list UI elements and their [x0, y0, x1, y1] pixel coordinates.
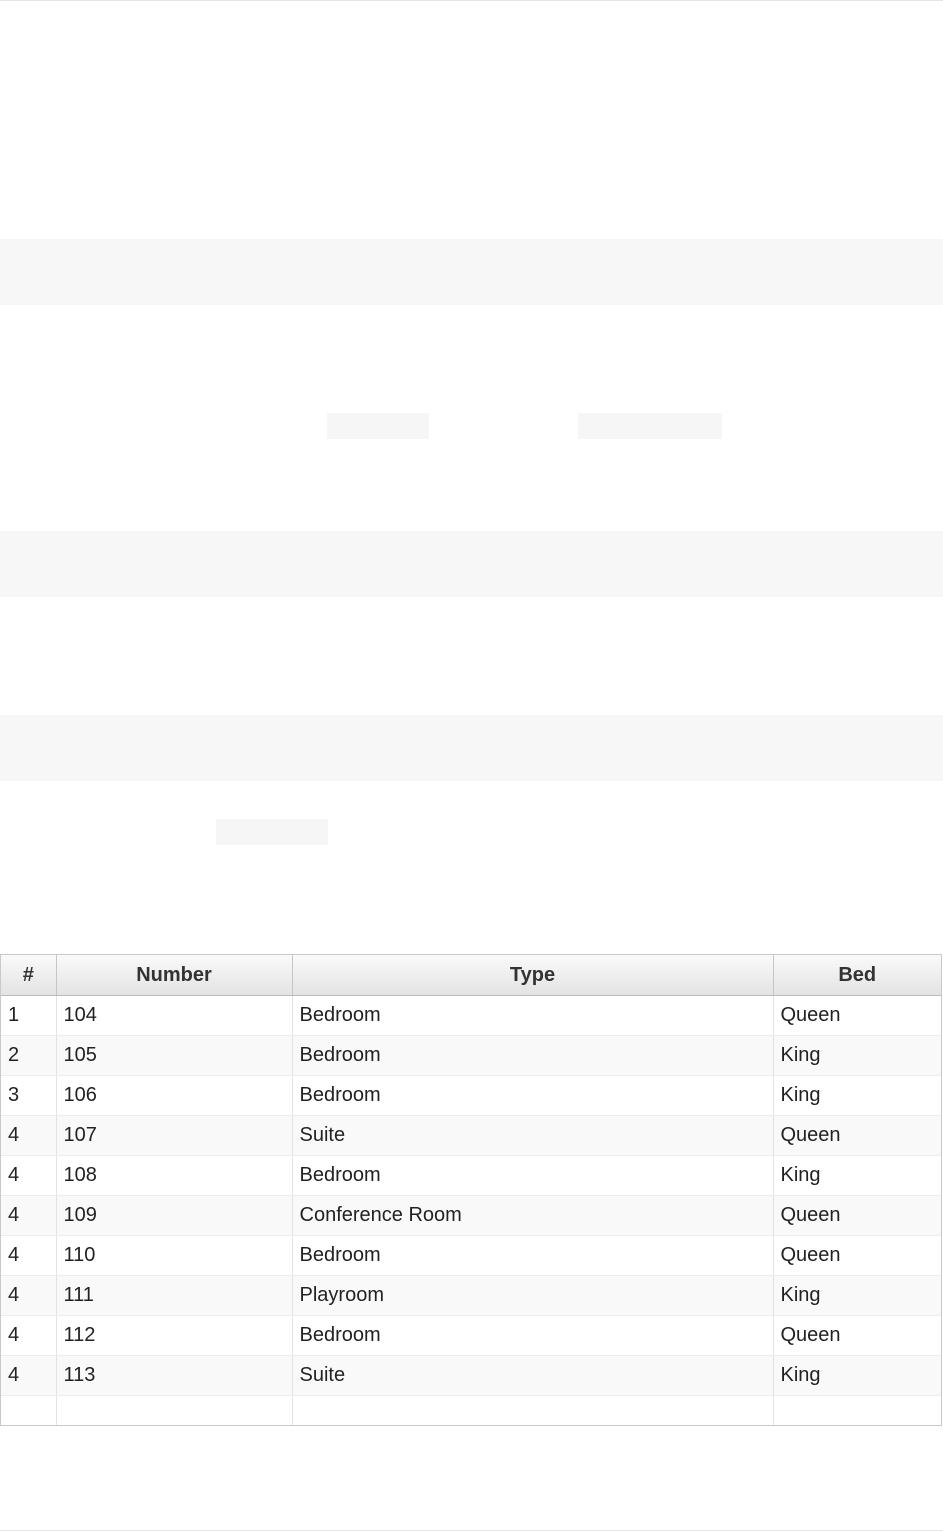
column-header-bed[interactable]: Bed — [773, 955, 941, 996]
table-header-row: # Number Type Bed — [1, 955, 941, 996]
cell-number: 106 — [56, 1075, 293, 1116]
table-row[interactable]: 4 112 Bedroom Queen — [1, 1315, 941, 1356]
cell-bed: King — [773, 1075, 941, 1116]
cell-index: 4 — [1, 1115, 57, 1156]
cell-type: Bedroom — [292, 1035, 774, 1076]
table-row[interactable]: 4 107 Suite Queen — [1, 1115, 941, 1156]
cell-index: 4 — [1, 1275, 57, 1316]
cell-type: Bedroom — [292, 1235, 774, 1276]
cell-type: Bedroom — [292, 995, 774, 1036]
column-header-number[interactable]: Number — [56, 955, 293, 996]
cell-type: Bedroom — [292, 1315, 774, 1356]
cell-type: Bedroom — [292, 1155, 774, 1196]
cell-index: 1 — [1, 995, 57, 1036]
cell-index: 4 — [1, 1235, 57, 1276]
rooms-grid: # Number Type Bed 1 104 Bedroom Queen 2 … — [1, 955, 941, 1426]
cell-number: 109 — [56, 1195, 293, 1236]
table-row[interactable]: 1 104 Bedroom Queen — [1, 995, 941, 1036]
cell-number: 107 — [56, 1115, 293, 1156]
cell-index: 4 — [1, 1315, 57, 1356]
cell-bed: King — [773, 1035, 941, 1076]
table-row[interactable]: 4 113 Suite King — [1, 1355, 941, 1396]
cell-bed: King — [773, 1155, 941, 1196]
cell-number: 113 — [56, 1355, 293, 1396]
cell-number: 108 — [56, 1155, 293, 1196]
cell-number: 112 — [56, 1315, 293, 1356]
cell-bed: Queen — [773, 1195, 941, 1236]
cell-index: 2 — [1, 1035, 57, 1076]
empty-cell — [773, 1396, 941, 1426]
cell-type: Playroom — [292, 1275, 774, 1316]
column-header-index[interactable]: # — [1, 955, 57, 996]
cell-number: 104 — [56, 995, 293, 1036]
empty-table-row — [1, 1395, 941, 1426]
empty-band-1 — [0, 239, 943, 305]
cell-bed: Queen — [773, 1235, 941, 1276]
cell-number: 110 — [56, 1235, 293, 1276]
cell-bed: Queen — [773, 1115, 941, 1156]
empty-cell — [292, 1395, 774, 1425]
bottom-divider — [0, 1530, 943, 1531]
cell-type: Suite — [292, 1115, 774, 1156]
table-row[interactable]: 4 108 Bedroom King — [1, 1155, 941, 1196]
cell-index: 4 — [1, 1195, 57, 1236]
table-row[interactable]: 2 105 Bedroom King — [1, 1035, 941, 1076]
cell-index: 4 — [1, 1355, 57, 1396]
cell-type: Suite — [292, 1355, 774, 1396]
cell-bed: King — [773, 1355, 941, 1396]
empty-cell — [1, 1395, 57, 1425]
rooms-table: # Number Type Bed 1 104 Bedroom Queen 2 … — [0, 954, 942, 1426]
blank-field-3[interactable] — [216, 819, 328, 845]
cell-index: 4 — [1, 1155, 57, 1196]
cell-index: 3 — [1, 1075, 57, 1116]
cell-type: Conference Room — [292, 1195, 774, 1236]
blank-field-1[interactable] — [327, 413, 429, 439]
blank-field-2[interactable] — [578, 413, 722, 439]
cell-number: 105 — [56, 1035, 293, 1076]
top-divider — [0, 0, 943, 1]
table-row[interactable]: 4 109 Conference Room Queen — [1, 1195, 941, 1236]
empty-band-3 — [0, 715, 943, 781]
cell-bed: Queen — [773, 995, 941, 1036]
empty-cell — [56, 1395, 293, 1425]
table-row[interactable]: 4 111 Playroom King — [1, 1275, 941, 1316]
table-row[interactable]: 4 110 Bedroom Queen — [1, 1235, 941, 1276]
cell-bed: Queen — [773, 1315, 941, 1356]
column-header-type[interactable]: Type — [292, 955, 774, 996]
cell-type: Bedroom — [292, 1075, 774, 1116]
table-row[interactable]: 3 106 Bedroom King — [1, 1075, 941, 1116]
cell-number: 111 — [56, 1275, 293, 1316]
empty-band-2 — [0, 531, 943, 597]
cell-bed: King — [773, 1275, 941, 1316]
